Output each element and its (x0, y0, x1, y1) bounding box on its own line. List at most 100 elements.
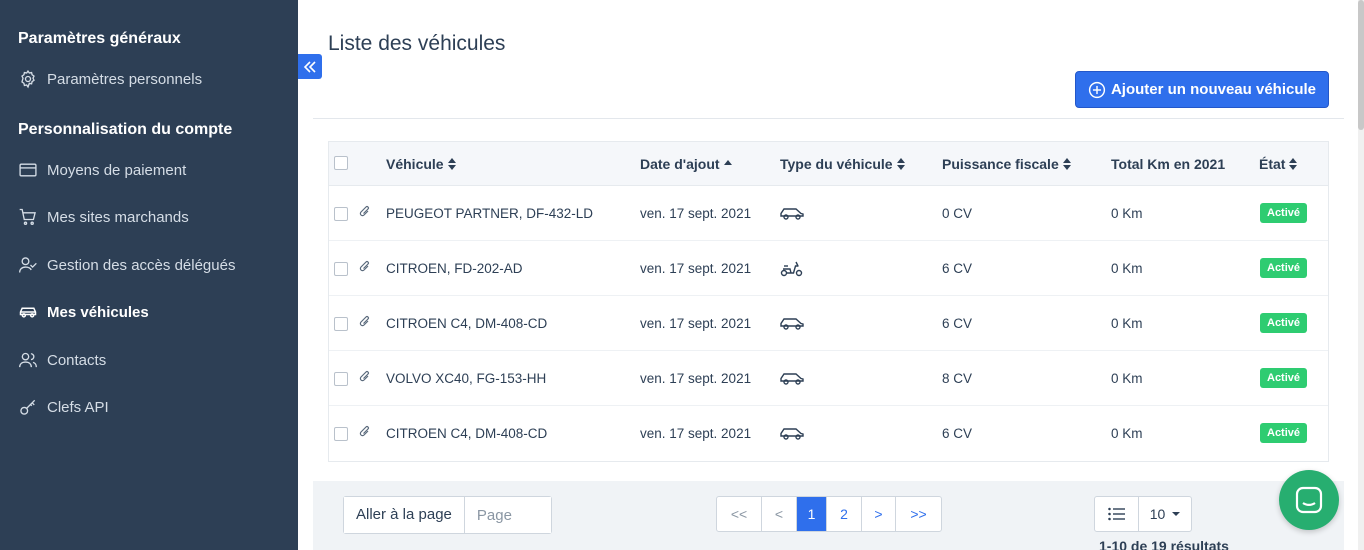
page-title: Liste des véhicules (328, 32, 506, 55)
sidebar-item-label: Gestion des accès délégués (47, 256, 236, 274)
scrollbar-track[interactable] (1358, 0, 1364, 550)
status-badge: Activé (1260, 423, 1308, 443)
double-chevron-left-icon (303, 60, 316, 73)
date-added: ven. 17 sept. 2021 (640, 206, 752, 221)
page-2-button[interactable]: 2 (827, 497, 862, 531)
first-page-button[interactable]: << (717, 497, 762, 531)
sidebar-item-contacts[interactable]: Contacts (18, 350, 106, 370)
fiscal-power: 6 CV (942, 316, 973, 331)
sidebar: Paramètres généraux Paramètres personnel… (0, 0, 298, 550)
car-icon (780, 373, 804, 385)
total-km: 0 Km (1111, 371, 1143, 386)
divider (313, 118, 1344, 119)
column-header-label: Type du véhicule (780, 156, 893, 172)
table-row[interactable]: CITROEN C4, DM-408-CD ven. 17 sept. 2021… (329, 296, 1328, 351)
sidebar-item-my-vehicles[interactable]: Mes véhicules (18, 302, 149, 322)
chat-launcher-button[interactable] (1279, 470, 1339, 530)
total-km: 0 Km (1111, 316, 1143, 331)
sidebar-item-delegated-access[interactable]: Gestion des accès délégués (18, 255, 235, 275)
paperclip-icon[interactable] (359, 260, 371, 274)
status-badge: Activé (1260, 313, 1308, 333)
list-icon (1107, 507, 1125, 521)
page-1-button[interactable]: 1 (797, 497, 827, 531)
next-page-button[interactable]: > (862, 497, 896, 531)
vehicle-name: CITROEN, FD-202-AD (386, 261, 523, 276)
results-count: 1-10 de 19 résultats (1099, 538, 1229, 550)
per-page-select[interactable]: 10 (1139, 497, 1191, 531)
paperclip-icon[interactable] (359, 370, 371, 384)
sidebar-item-api-keys[interactable]: Clefs API (18, 397, 109, 417)
prev-page-button[interactable]: < (762, 497, 797, 531)
sidebar-item-label: Moyens de paiement (47, 161, 187, 179)
vehicle-name: CITROEN C4, DM-408-CD (386, 316, 548, 331)
vehicles-table: Véhicule Date d'ajout Type du véhicule P… (328, 141, 1329, 462)
column-header-km: Total Km en 2021 (1111, 156, 1225, 172)
fiscal-power: 0 CV (942, 206, 973, 221)
list-view-button[interactable] (1095, 497, 1139, 531)
plus-circle-icon (1088, 81, 1106, 98)
car-icon (19, 307, 37, 318)
column-header-label: Date d'ajout (640, 156, 720, 172)
row-checkbox[interactable] (334, 427, 348, 441)
per-page-value: 10 (1149, 506, 1166, 522)
per-page-control: 10 (1094, 496, 1192, 532)
fiscal-power: 6 CV (942, 261, 973, 276)
vehicle-name: VOLVO XC40, FG-153-HH (386, 371, 547, 386)
total-km: 0 Km (1111, 426, 1143, 441)
add-vehicle-label: Ajouter un nouveau véhicule (1110, 81, 1317, 98)
column-header-date[interactable]: Date d'ajout (640, 156, 732, 172)
table-row[interactable]: VOLVO XC40, FG-153-HH ven. 17 sept. 2021… (329, 351, 1328, 406)
gear-icon (21, 69, 35, 89)
scrollbar-thumb[interactable] (1358, 0, 1364, 130)
goto-page-input[interactable] (464, 497, 551, 533)
sidebar-item-merchant-sites[interactable]: Mes sites marchands (18, 207, 189, 227)
table-row[interactable]: CITROEN C4, DM-408-CD ven. 17 sept. 2021… (329, 406, 1328, 461)
column-header-status[interactable]: État (1259, 156, 1298, 172)
paperclip-icon[interactable] (359, 205, 371, 219)
row-checkbox[interactable] (334, 262, 348, 276)
users-icon (19, 352, 37, 368)
date-added: ven. 17 sept. 2021 (640, 261, 752, 276)
paperclip-icon[interactable] (359, 425, 371, 439)
collapse-sidebar-button[interactable] (298, 54, 322, 79)
sidebar-item-label: Paramètres personnels (47, 70, 203, 88)
column-header-label: État (1259, 156, 1286, 172)
vehicle-name: CITROEN C4, DM-408-CD (386, 426, 548, 441)
column-header-label: Total Km en 2021 (1111, 156, 1226, 172)
select-all-checkbox[interactable] (334, 156, 348, 170)
car-icon (780, 208, 804, 220)
row-checkbox[interactable] (334, 207, 348, 221)
column-header-label: Véhicule (386, 156, 444, 172)
scooter-icon (780, 261, 803, 277)
status-badge: Activé (1260, 203, 1308, 223)
table-row[interactable]: PEUGEOT PARTNER, DF-432-LD ven. 17 sept.… (329, 186, 1328, 241)
chat-icon (1295, 486, 1323, 514)
sidebar-item-payment-methods[interactable]: Moyens de paiement (18, 160, 186, 180)
status-badge: Activé (1260, 258, 1308, 278)
row-checkbox[interactable] (334, 372, 348, 386)
sort-asc-icon (723, 158, 732, 170)
add-vehicle-button[interactable]: Ajouter un nouveau véhicule (1075, 71, 1329, 108)
user-check-icon (19, 257, 37, 273)
chevron-down-icon (1172, 512, 1181, 516)
table-row[interactable]: CITROEN, FD-202-AD ven. 17 sept. 2021 6 … (329, 241, 1328, 296)
date-added: ven. 17 sept. 2021 (640, 316, 752, 331)
sidebar-item-label: Mes sites marchands (47, 208, 189, 226)
credit-card-icon (19, 163, 37, 177)
total-km: 0 Km (1111, 261, 1143, 276)
column-header-vehicle[interactable]: Véhicule (386, 156, 456, 172)
column-header-power[interactable]: Puissance fiscale (942, 156, 1071, 172)
pager: << < 1 2 > >> (716, 496, 942, 532)
paperclip-icon[interactable] (359, 315, 371, 329)
status-badge: Activé (1260, 368, 1308, 388)
column-header-type[interactable]: Type du véhicule (780, 156, 905, 172)
sidebar-item-personal-settings[interactable]: Paramètres personnels (18, 69, 202, 89)
date-added: ven. 17 sept. 2021 (640, 426, 752, 441)
fiscal-power: 6 CV (942, 426, 973, 441)
row-checkbox[interactable] (334, 317, 348, 331)
sort-icon (896, 158, 905, 170)
date-added: ven. 17 sept. 2021 (640, 371, 752, 386)
sidebar-item-label: Clefs API (47, 398, 109, 416)
goto-page: Aller à la page (343, 496, 552, 534)
last-page-button[interactable]: >> (896, 497, 941, 531)
